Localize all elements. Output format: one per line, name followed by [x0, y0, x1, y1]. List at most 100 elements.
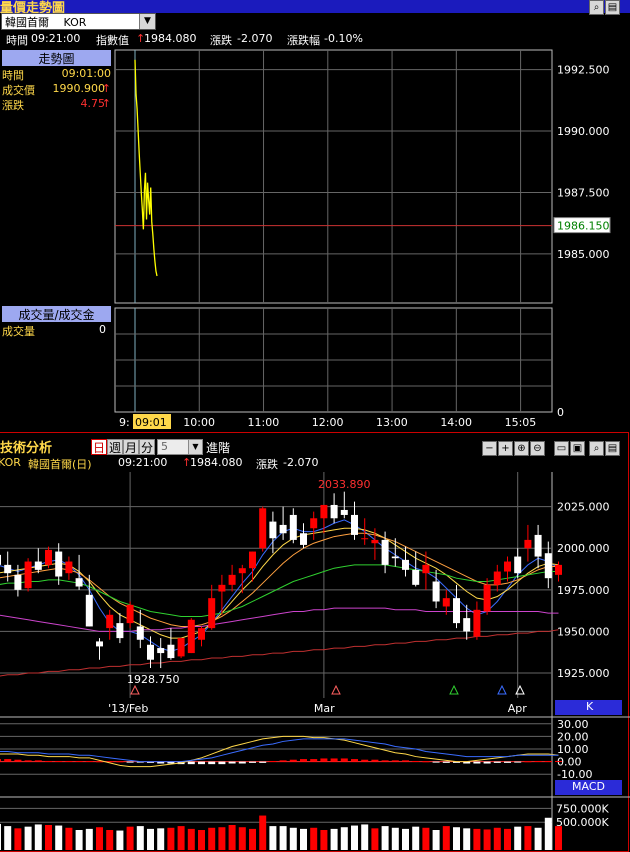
tab-day[interactable]: 日	[91, 439, 107, 455]
tab-week[interactable]: 週	[107, 439, 123, 455]
volume-bar	[269, 826, 277, 850]
info-pct-value: -0.10%	[324, 32, 363, 45]
candle-body	[55, 551, 63, 577]
search-icon[interactable]: ⌕	[589, 441, 604, 456]
volume-bar	[504, 828, 511, 850]
info-change-label: 漲跌	[210, 34, 232, 47]
candle-body	[0, 554, 1, 565]
candle-body	[483, 584, 491, 612]
zoom-in-icon[interactable]: ⊕	[514, 441, 529, 456]
volume-bar	[361, 824, 369, 850]
macd-osc-bar	[544, 760, 552, 762]
candle-body	[300, 533, 307, 545]
save-icon[interactable]: ▣	[570, 441, 585, 456]
macd-osc-bar	[116, 761, 124, 763]
document-icon[interactable]: ▤	[605, 441, 620, 456]
x-tick-label: 09:01	[135, 416, 167, 429]
info-time: 09:21:00	[118, 456, 168, 469]
signal-triangle-icon	[130, 684, 140, 695]
macd-osc-bar	[269, 760, 277, 762]
intraday-price-line	[134, 59, 158, 277]
k-y-tick-label: 1925.000	[557, 667, 610, 680]
search-icon[interactable]: ⌕	[589, 0, 604, 15]
chevron-down-icon[interactable]: ▼	[188, 440, 202, 454]
plus-icon[interactable]: +	[498, 441, 513, 456]
macd-osc-bar	[55, 760, 63, 762]
volume-bar	[238, 827, 246, 850]
x-tick-label: 11:00	[248, 416, 280, 429]
macd-osc-bar	[85, 760, 93, 762]
volume-bar	[55, 825, 63, 850]
volume-bar	[483, 829, 491, 850]
candle-body	[259, 508, 267, 549]
macd-osc-bar	[371, 759, 379, 762]
volume-bar	[167, 827, 175, 850]
volume-y-tick-label: 500.000K	[556, 816, 609, 829]
volume-bar	[381, 826, 389, 850]
candle-body	[453, 598, 460, 624]
volume-bar	[524, 826, 532, 850]
info-index-value: 1984.080	[144, 32, 197, 45]
candle-body	[534, 534, 542, 557]
macd-osc-bar	[65, 760, 73, 762]
tab-month[interactable]: 月	[123, 439, 139, 455]
volume-bar	[157, 828, 165, 850]
signal-triangle-icon	[497, 684, 507, 695]
print-icon[interactable]: ▭	[554, 441, 569, 456]
volume-bar	[14, 828, 22, 850]
candle-body	[320, 504, 328, 519]
candle-body	[473, 609, 481, 637]
candle-body	[116, 623, 124, 639]
minus-icon[interactable]: −	[482, 441, 497, 456]
volume-bar	[228, 825, 236, 850]
info-change-value: -2.070	[237, 32, 273, 45]
info-time-label: 時間	[6, 34, 28, 47]
candle-body	[442, 598, 450, 607]
candle-body	[147, 644, 154, 660]
zoom-out-icon[interactable]: ⊖	[530, 441, 545, 456]
volume-bar	[340, 827, 348, 850]
candle-body	[514, 556, 522, 574]
volume-bar	[320, 830, 328, 850]
macd-osc-bar	[218, 761, 226, 765]
y-tick-label: 1985.000	[557, 248, 610, 261]
chevron-down-icon[interactable]: ▼	[139, 14, 155, 29]
macd-label: MACD	[572, 780, 605, 793]
candle-body	[198, 628, 205, 640]
candle-body	[351, 514, 358, 535]
macd-osc-bar	[249, 761, 256, 763]
candle-body	[96, 641, 103, 647]
macd-y-tick-label: 30.00	[557, 718, 589, 731]
x-tick-label: 10:00	[183, 416, 215, 429]
volume-axis-zero-label: 0	[557, 406, 564, 419]
moving-average-line	[0, 564, 559, 617]
candle-body	[361, 538, 369, 540]
volume-bar	[453, 827, 460, 850]
technical-chart: 1925.000 1950.000 1975.000 2000.000 2025.000…	[0, 472, 630, 850]
macd-osc-bar	[391, 760, 399, 762]
macd-osc-bar	[534, 760, 542, 762]
k-y-tick-label: 2000.000	[557, 542, 610, 555]
volume-bar	[514, 826, 522, 850]
macd-osc-bar	[340, 758, 348, 762]
period-select[interactable]: 5 ▼	[157, 439, 203, 455]
candle-body	[269, 521, 277, 539]
macd-y-tick-label: 20.00	[557, 730, 589, 743]
macd-osc-bar	[402, 760, 409, 762]
document-icon[interactable]: ▤	[605, 0, 620, 15]
symbol-select[interactable]: 韓國首爾 KOR ▼	[1, 13, 156, 30]
macd-osc-bar	[300, 759, 307, 762]
advanced-button[interactable]: 進階	[206, 439, 230, 456]
price-plot-frame	[114, 49, 553, 304]
macd-osc-bar	[432, 761, 440, 763]
macd-osc-bar	[524, 761, 532, 763]
candle-body	[126, 604, 134, 624]
k-y-tick-label: 1975.000	[557, 584, 610, 597]
tab-minute[interactable]: 分	[139, 439, 155, 455]
candle-body	[249, 551, 256, 569]
macd-osc-bar	[228, 761, 236, 764]
macd-osc-bar	[289, 759, 297, 762]
x-tick-label: 12:00	[312, 416, 344, 429]
volume-bar	[289, 827, 297, 850]
volume-bar	[259, 815, 267, 850]
